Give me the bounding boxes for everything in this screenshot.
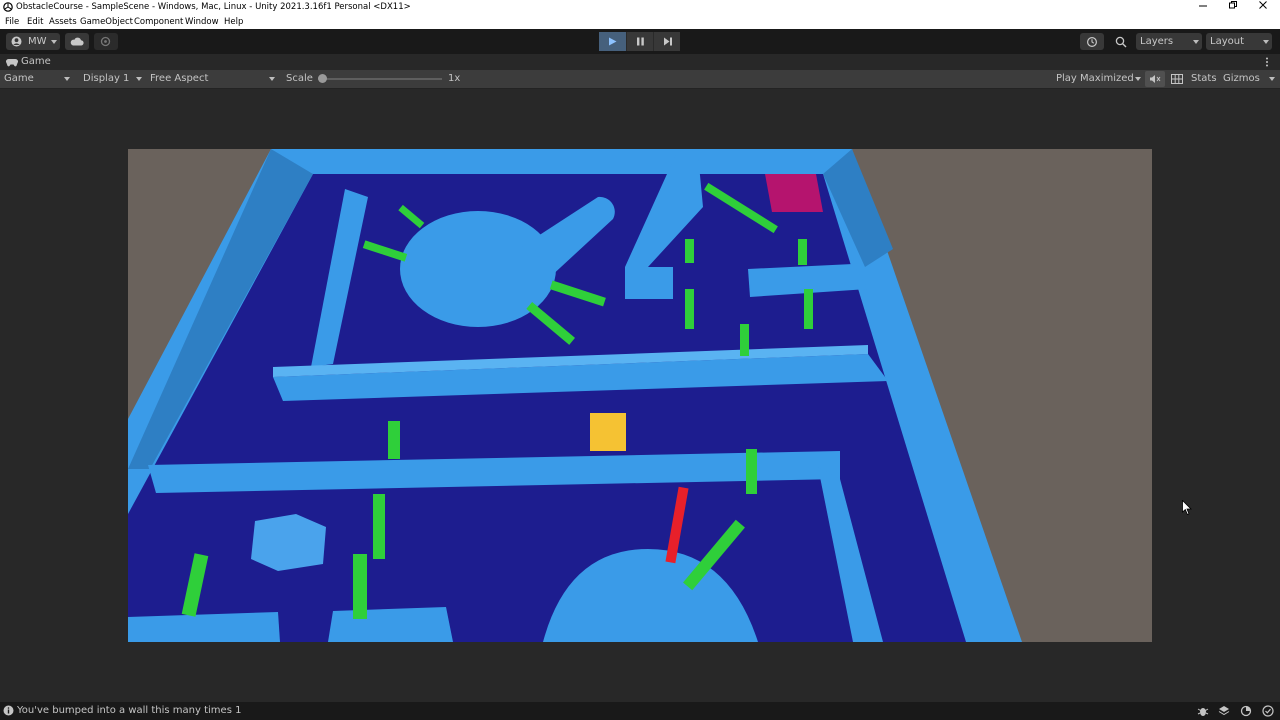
gizmos-label: Gizmos: [1223, 73, 1260, 84]
grid-toggle[interactable]: [1170, 72, 1184, 86]
status-bar: You've bumped into a wall this many time…: [0, 702, 1280, 720]
collab-icon: [100, 36, 111, 47]
console-message[interactable]: You've bumped into a wall this many time…: [17, 705, 241, 717]
window-title: ObstacleCourse - SampleScene - Windows, …: [16, 2, 411, 12]
display-dropdown[interactable]: Display 1: [83, 72, 145, 86]
account-label: MW: [28, 36, 47, 47]
aspect-label: Free Aspect: [150, 73, 209, 84]
lower-mid-wall-block: [328, 607, 453, 642]
account-dropdown[interactable]: MW: [6, 33, 60, 50]
scale-value: 1x: [448, 73, 461, 84]
gizmos-dropdown[interactable]: Gizmos: [1223, 72, 1277, 86]
chevron-down-icon: [64, 77, 70, 81]
display-label: Display 1: [83, 73, 130, 84]
tab-game-label: Game: [21, 56, 51, 67]
search-button[interactable]: [1109, 33, 1133, 50]
game-mode-dropdown[interactable]: Game: [4, 72, 74, 86]
game-view-toolbar: Game Display 1 Free Aspect Scale 1x Play…: [0, 70, 1280, 89]
menu-window[interactable]: Window: [185, 17, 219, 27]
menu-assets[interactable]: Assets: [49, 17, 77, 27]
play-controls: [599, 32, 680, 51]
game-mode-label: Game: [4, 73, 34, 84]
minimize-button[interactable]: [1188, 0, 1218, 15]
check-circle-icon[interactable]: [1262, 705, 1274, 717]
stats-button[interactable]: Stats: [1191, 72, 1217, 86]
main-toolbar: MW Layers Layout: [0, 29, 1280, 54]
mouse-cursor-icon: [1182, 500, 1192, 516]
menu-edit[interactable]: Edit: [27, 17, 43, 27]
play-mode-label: Play Maximized: [1056, 73, 1134, 84]
close-button[interactable]: [1248, 0, 1278, 15]
play-icon: [609, 37, 617, 46]
layers-label: Layers: [1140, 36, 1174, 47]
menu-bar: File Edit Assets GameObject Component Wi…: [0, 15, 1280, 29]
menu-gameobject[interactable]: GameObject: [80, 17, 133, 27]
account-icon: [11, 36, 22, 47]
pause-icon: [637, 37, 644, 46]
chevron-down-icon: [269, 77, 275, 81]
progress-icon[interactable]: [1240, 705, 1252, 717]
layout-dropdown[interactable]: Layout: [1206, 33, 1272, 50]
cloud-icon: [70, 37, 84, 46]
close-icon: [1259, 1, 1267, 9]
pause-button[interactable]: [626, 32, 653, 51]
window-title-bar: ObstacleCourse - SampleScene - Windows, …: [0, 0, 1280, 15]
chevron-down-icon: [136, 77, 142, 81]
chevron-down-icon: [1263, 40, 1269, 44]
restore-button[interactable]: [1218, 0, 1248, 15]
history-icon: [1086, 36, 1098, 48]
info-icon: [3, 705, 14, 716]
layout-label: Layout: [1210, 36, 1244, 47]
goal-pad: [765, 174, 823, 212]
cloud-button[interactable]: [65, 33, 89, 50]
step-icon: [664, 37, 672, 46]
game-scene-render[interactable]: [128, 149, 1152, 642]
chevron-down-icon: [1135, 77, 1141, 81]
play-button[interactable]: [599, 32, 626, 51]
grid-icon: [1171, 74, 1183, 84]
minimize-icon: [1199, 5, 1207, 7]
restore-icon: [1229, 1, 1237, 9]
menu-file[interactable]: File: [5, 17, 19, 27]
undo-history-button[interactable]: [1080, 33, 1104, 50]
scale-slider-thumb[interactable]: [318, 74, 327, 83]
cube-obstacle: [251, 514, 326, 571]
tab-bar: Game: [0, 54, 1280, 71]
layers-dropdown[interactable]: Layers: [1136, 33, 1202, 50]
speaker-muted-icon: [1150, 75, 1161, 83]
collab-button[interactable]: [94, 33, 118, 50]
scale-slider[interactable]: [318, 74, 442, 83]
layers-stack-icon[interactable]: [1218, 705, 1230, 717]
game-controller-icon: [6, 59, 18, 67]
bug-icon[interactable]: [1197, 705, 1209, 717]
unity-logo-icon: [3, 2, 13, 12]
menu-help[interactable]: Help: [224, 17, 243, 27]
chevron-down-icon: [1193, 40, 1199, 44]
mute-audio-button[interactable]: [1145, 71, 1165, 87]
scale-label: Scale: [286, 73, 313, 84]
player-cube: [590, 413, 626, 451]
menu-component[interactable]: Component: [134, 17, 183, 27]
play-mode-dropdown[interactable]: Play Maximized: [1056, 72, 1142, 86]
chevron-down-icon: [51, 40, 57, 44]
step-button[interactable]: [653, 32, 680, 51]
chevron-down-icon: [1269, 77, 1275, 81]
search-icon: [1115, 36, 1127, 48]
kebab-menu-icon[interactable]: [1265, 57, 1269, 67]
lower-left-wall-block: [128, 612, 280, 642]
game-view[interactable]: [0, 89, 1280, 701]
aspect-dropdown[interactable]: Free Aspect: [150, 72, 278, 86]
